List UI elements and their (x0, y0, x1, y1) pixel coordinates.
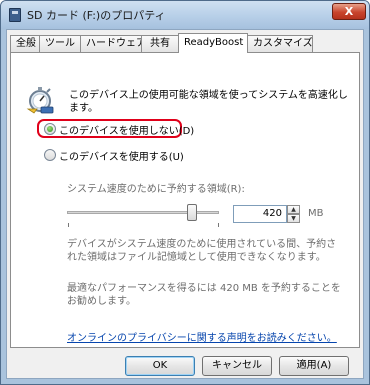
radio-enable-device[interactable] (44, 149, 56, 161)
reserve-amount-spinner[interactable]: ▲ ▼ (287, 205, 300, 223)
dialog-body: 全般 ツール ハードウェア 共有 ReadyBoost カスタマイズ このデバイ… (6, 29, 364, 379)
tab-customize[interactable]: カスタマイズ (247, 35, 313, 52)
ok-button[interactable]: OK (125, 356, 195, 376)
window-title: SD カード (F:)のプロパティ (27, 9, 166, 22)
tab-tools[interactable]: ツール (39, 35, 81, 52)
readyboost-stopwatch-icon (26, 87, 54, 114)
tab-sharing[interactable]: 共有 (141, 35, 179, 52)
tab-readyboost[interactable]: ReadyBoost (178, 33, 248, 53)
slider-tick (218, 223, 219, 227)
reserve-amount-input[interactable]: 420 (233, 205, 287, 223)
tab-hardware[interactable]: ハードウェア (80, 35, 146, 52)
tab-strip: 全般 ツール ハードウェア 共有 ReadyBoost カスタマイズ (10, 33, 362, 53)
tab-general[interactable]: 全般 (10, 35, 40, 52)
radio-selected-dot (47, 126, 53, 132)
slider-tick (68, 223, 69, 227)
spin-up-arrow-icon[interactable]: ▲ (287, 205, 300, 214)
close-button[interactable]: X (332, 3, 366, 20)
privacy-statement-link[interactable]: オンラインのプライバシーに関する声明をお読みください。 (67, 329, 337, 344)
recommendation-text: 最適なパフォーマンスを得るには 420 MB を予約することをお勧めします。 (67, 283, 341, 307)
reserve-space-label: システム速度のために予約する領域(R): (67, 184, 245, 195)
spin-down-arrow-icon[interactable]: ▼ (287, 214, 300, 223)
title-bar[interactable]: SD カード (F:)のプロパティ X (1, 1, 369, 29)
cancel-button[interactable]: キャンセル (202, 356, 272, 376)
radio-disable-device[interactable] (44, 123, 56, 135)
radio-disable-label[interactable]: このデバイスを使用しない(D) (59, 122, 194, 137)
reserve-unit-label: MB (308, 208, 324, 219)
apply-button[interactable]: 適用(A) (279, 356, 349, 376)
drive-icon (9, 8, 21, 22)
radio-enable-label[interactable]: このデバイスを使用する(U) (59, 148, 184, 163)
readyboost-panel: このデバイス上の使用可能な領域を使ってシステムを高速化します。 このデバイスを使… (10, 52, 360, 348)
readyboost-description: このデバイス上の使用可能な領域を使ってシステムを高速化します。 (69, 90, 348, 114)
warning-text: デバイスがシステム速度のために使用されている間、予約された領域はファイル記憶域と… (67, 239, 337, 263)
reserve-slider-thumb[interactable] (186, 204, 197, 221)
properties-window: SD カード (F:)のプロパティ X 全般 ツール ハードウェア 共有 Rea… (0, 0, 370, 385)
